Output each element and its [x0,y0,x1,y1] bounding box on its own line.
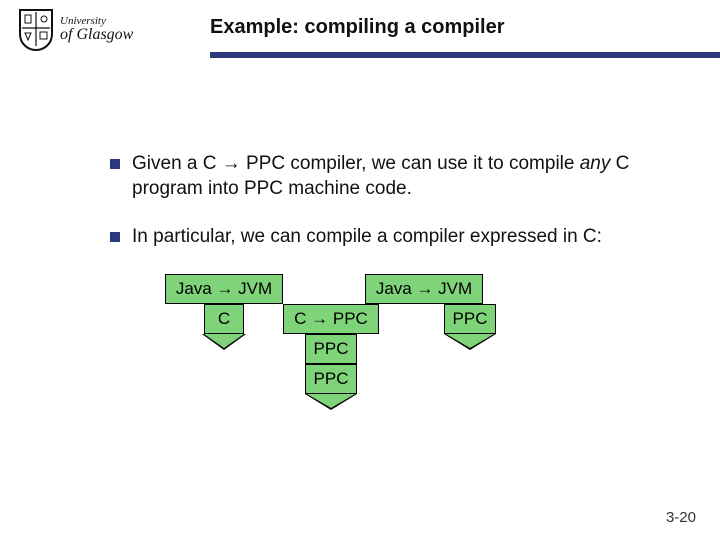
bullet-1: Given a C → PPC compiler, we can use it … [110,152,630,201]
bullet-2-text: In particular, we can compile a compiler… [132,225,602,250]
t-bottom-tri-icon [307,394,355,408]
crest-icon [18,8,54,52]
t-left-stem: C [204,304,244,334]
t-bottom: PPC [305,364,357,394]
t-mid: C → PPC [283,304,379,334]
bullet-2: In particular, we can compile a compiler… [110,225,630,250]
t-left-top: Java → JVM [165,274,283,304]
t-right-top: Java → JVM [365,274,483,304]
slide-title: Example: compiling a compiler [210,16,505,39]
bullet-marker-icon [110,159,120,169]
logo-line-2: of Glasgow [60,27,133,44]
university-logo: University of Glasgow [18,8,133,52]
bullet-marker-icon [110,232,120,242]
bullet-1-text: Given a C → PPC compiler, we can use it … [132,152,630,201]
t-diagram: Java → JVM C Java → JVM PPC C → PPC PPC … [165,274,575,434]
t-right-tri-icon [446,334,494,348]
bullet-1-pre: Given a C → PPC compiler, we can use it … [132,153,580,174]
t-left-tri-icon [204,334,244,348]
bullet-1-em: any [580,153,611,174]
bullet-2-pre: In particular, we can compile a compiler… [132,226,602,247]
header-divider [0,52,720,58]
t-right-stem: PPC [444,304,496,334]
slide-header: University of Glasgow Example: compiling… [0,0,720,68]
logo-text: University of Glasgow [60,16,133,44]
t-mid-below: PPC [305,334,357,364]
slide-content: Given a C → PPC compiler, we can use it … [0,68,720,434]
page-number: 3-20 [666,509,696,526]
